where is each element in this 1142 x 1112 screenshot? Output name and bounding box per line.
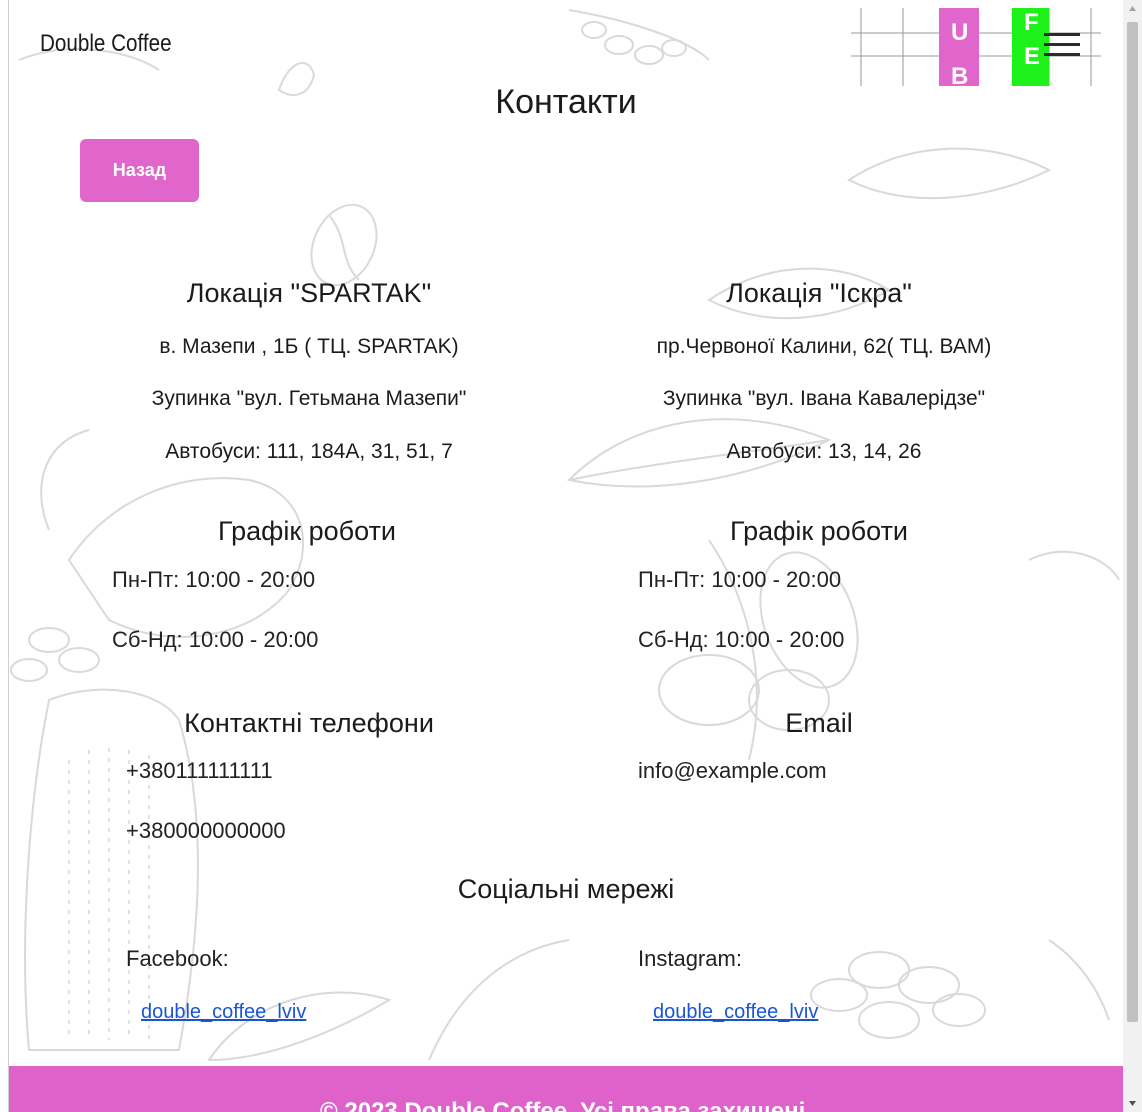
email-address: info@example.com (638, 758, 827, 783)
location-iskra-weekdays: Пн-Пт: 10:00 - 20:00 (638, 567, 842, 592)
instagram-label: Instagram: (638, 946, 742, 971)
brand-logo-text[interactable]: Double Coffee (40, 30, 172, 58)
location-iskra-weekend: Сб-Нд: 10:00 - 20:00 (638, 627, 845, 652)
window-left-edge (0, 0, 9, 1112)
location-iskra-address: пр.Червоної Калини, 62( ТЦ. ВАМ) (656, 335, 992, 358)
location-spartak-weekend: Сб-Нд: 10:00 - 20:00 (112, 627, 319, 652)
location-spartak-title: Локація "SPARTAK" (186, 278, 432, 308)
scroll-up-arrow-icon[interactable] (1123, 0, 1142, 17)
site-footer: © 2023 Double Coffee. Усі права захищені… (9, 1066, 1123, 1112)
location-iskra-title: Локація "Іскра" (726, 278, 912, 308)
back-button[interactable]: Назад (80, 139, 199, 202)
page-title: Контакти (495, 83, 637, 121)
hamburger-menu-icon[interactable] (1044, 30, 1080, 60)
badge-letter-f: F (1024, 9, 1039, 36)
location-iskra-schedule-title: Графік роботи (729, 516, 909, 546)
location-spartak-address: в. Мазепи , 1Б ( ТЦ. SPARTAK) (159, 335, 459, 358)
scrollbar-thumb[interactable] (1127, 22, 1138, 1022)
email-title: Email (785, 708, 853, 738)
social-title: Соціальні мережі (457, 874, 675, 904)
location-spartak-weekdays: Пн-Пт: 10:00 - 20:00 (112, 567, 316, 592)
facebook-link[interactable]: double_coffee_lviv (141, 1001, 306, 1024)
contacts-page: Double Coffee U F B E Контакти Назад Лок… (9, 0, 1123, 1112)
location-iskra-buses: Автобуси: 13, 14, 26 (726, 440, 922, 463)
badge-letter-u: U (951, 19, 968, 46)
facebook-label: Facebook: (126, 946, 229, 971)
badge-letter-e: E (1024, 43, 1040, 70)
phone-number: +380111111111 (126, 758, 273, 783)
location-spartak-stop: Зупинка "вул. Гетьмана Мазепи" (151, 387, 467, 410)
scroll-down-arrow-icon[interactable] (1123, 1095, 1142, 1112)
location-spartak-schedule-title: Графік роботи (217, 516, 397, 546)
browser-viewport: Double Coffee U F B E Контакти Назад Лок… (0, 0, 1142, 1112)
location-spartak-buses: Автобуси: 111, 184А, 31, 51, 7 (165, 440, 453, 463)
phones-title: Контактні телефони (184, 708, 434, 738)
instagram-link[interactable]: double_coffee_lviv (653, 1001, 818, 1024)
vertical-scrollbar[interactable] (1123, 0, 1142, 1112)
phone-number: +380000000000 (126, 818, 286, 843)
location-iskra-stop: Зупинка "вул. Івана Кавалерідзе" (662, 387, 986, 410)
footer-copyright: © 2023 Double Coffee. Усі права захищені… (320, 1098, 812, 1112)
